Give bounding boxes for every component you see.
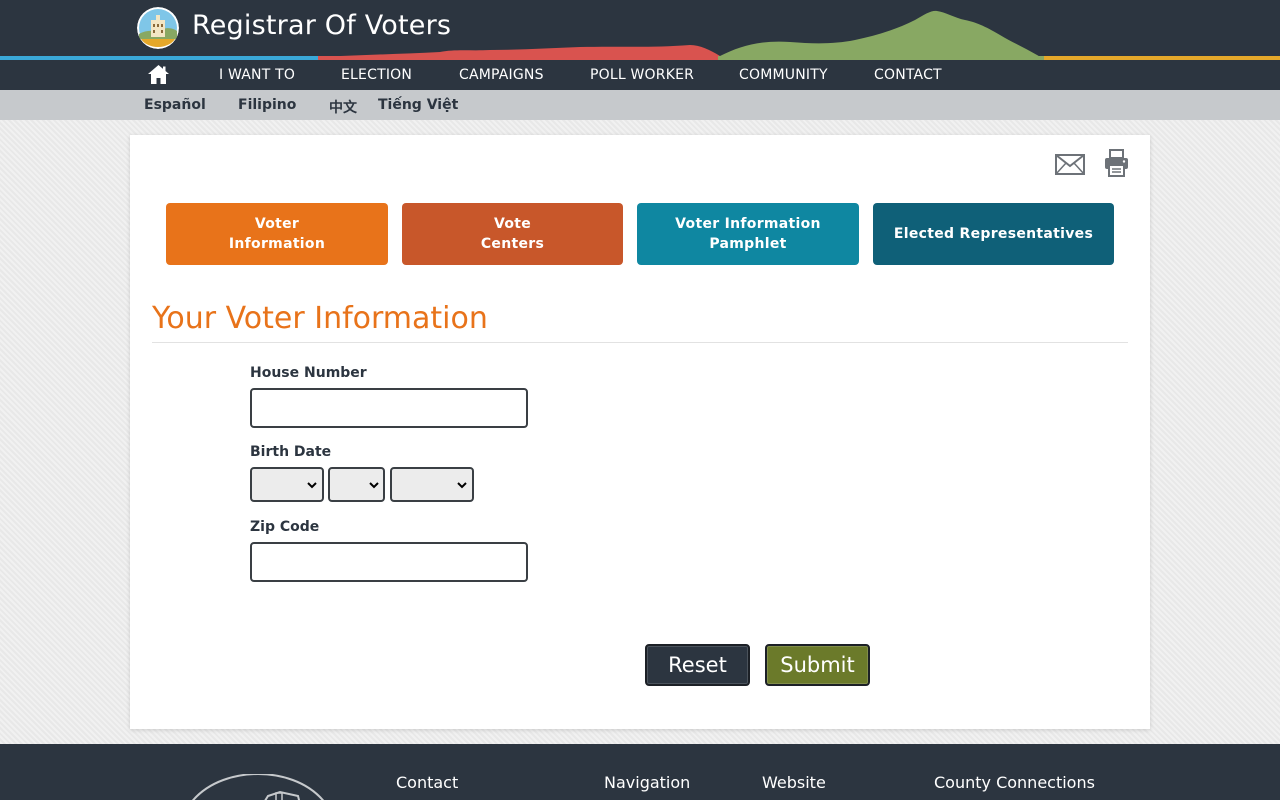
house-number-input[interactable] [250,388,528,428]
language-chinese[interactable]: 中文 [329,97,357,117]
printer-icon[interactable] [1104,149,1129,177]
nav-item-poll-worker[interactable]: POLL WORKER [590,67,694,83]
birth-year-wrapper [390,467,474,502]
reset-button[interactable]: Reset [645,644,750,686]
tile-voter-information-pamphlet[interactable]: Voter Information Pamphlet [637,203,859,265]
site-title[interactable]: Registrar Of Voters [192,10,451,41]
birth-year-select[interactable] [390,467,474,502]
title-divider [152,342,1128,343]
language-vietnamese[interactable]: Tiếng Việt [378,97,458,113]
language-bar: Español Filipino 中文 Tiếng Việt [0,90,1280,120]
nav-item-contact[interactable]: CONTACT [874,67,942,83]
county-seal-icon [192,774,324,800]
birth-day-select[interactable] [328,467,385,502]
language-spanish[interactable]: Español [144,97,206,113]
page-title: Your Voter Information [152,301,488,336]
zip-code-input[interactable] [250,542,528,582]
tile-elected-representatives[interactable]: Elected Representatives [873,203,1114,265]
house-number-label: House Number [250,365,367,381]
birth-month-wrapper [250,467,324,502]
zip-code-label: Zip Code [250,519,320,535]
language-filipino[interactable]: Filipino [238,97,296,113]
home-icon[interactable] [147,64,170,85]
nav-item-community[interactable]: COMMUNITY [739,67,828,83]
nav-item-campaigns[interactable]: CAMPAIGNS [459,67,544,83]
tile-voter-information-pamphlet-label: Voter Information Pamphlet [675,216,821,252]
content-card: Voter Information Vote Centers Voter Inf… [130,135,1150,729]
nav-item-i-want-to[interactable]: I WANT TO [219,67,295,83]
nav-item-election[interactable]: ELECTION [341,67,412,83]
tile-voter-information-label: Voter Information [228,216,326,252]
tile-voter-information[interactable]: Voter Information [166,203,388,265]
site-footer: Contact Navigation Website County Connec… [0,744,1280,800]
footer-heading-contact: Contact [396,773,459,792]
birth-day-wrapper [328,467,385,502]
tile-vote-centers-label: Vote Centers [480,216,545,252]
footer-heading-navigation: Navigation [604,773,691,792]
footer-heading-website: Website [762,773,826,792]
birth-date-label: Birth Date [250,444,332,460]
tile-vote-centers[interactable]: Vote Centers [402,203,623,265]
county-seal-logo-icon[interactable] [137,7,179,49]
site-header: Registrar Of Voters [0,0,1280,60]
tile-elected-representatives-label: Elected Representatives [893,226,1094,242]
submit-button[interactable]: Submit [765,644,870,686]
footer-heading-county-connections: County Connections [934,773,1095,792]
main-navigation: I WANT TO ELECTION CAMPAIGNS POLL WORKER… [0,60,1280,90]
birth-month-select[interactable] [250,467,324,502]
envelope-icon[interactable] [1055,154,1085,175]
